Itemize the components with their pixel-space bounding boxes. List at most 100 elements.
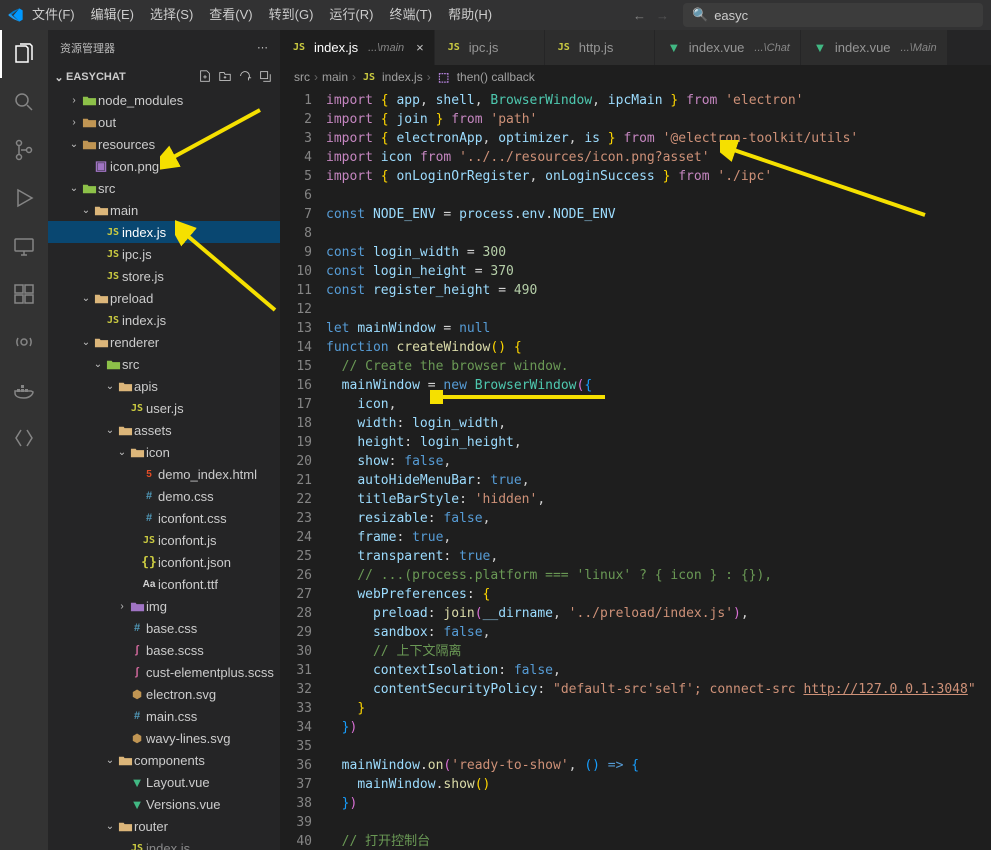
breadcrumb-separator-icon: ›: [352, 70, 356, 84]
editor-tab[interactable]: JShttp.js: [545, 30, 655, 65]
file-row[interactable]: JSiconfont.js: [48, 529, 280, 551]
folder-row[interactable]: ›img: [48, 595, 280, 617]
activity-run-debug[interactable]: [0, 174, 48, 222]
folder-row[interactable]: ›node_modules: [48, 89, 280, 111]
chevron-icon: ⌄: [104, 425, 116, 436]
project-header[interactable]: ⌄ EASYCHAT: [48, 65, 280, 89]
sidebar-more-icon[interactable]: ⋯: [257, 41, 268, 54]
folder-row[interactable]: ⌄router: [48, 815, 280, 837]
file-row[interactable]: ⬢wavy-lines.svg: [48, 727, 280, 749]
activity-live[interactable]: [0, 318, 48, 366]
activity-remote[interactable]: [0, 222, 48, 270]
breadcrumb-item[interactable]: index.js: [382, 70, 423, 84]
code-editor[interactable]: 1234567891011121314151617181920212223242…: [280, 89, 991, 850]
file-row[interactable]: #main.css: [48, 705, 280, 727]
activity-docker[interactable]: [0, 366, 48, 414]
activity-source-control[interactable]: [0, 126, 48, 174]
tree-label: electron.svg: [146, 687, 216, 702]
file-row[interactable]: JSindex.js: [48, 837, 280, 850]
folder-row[interactable]: ⌄resources: [48, 133, 280, 155]
file-row[interactable]: JSindex.js: [48, 221, 280, 243]
tree-label: src: [98, 181, 115, 196]
menu-item[interactable]: 查看(V): [201, 0, 260, 30]
file-row[interactable]: #iconfont.css: [48, 507, 280, 529]
tree-label: iconfont.css: [158, 511, 227, 526]
menu-item[interactable]: 终端(T): [381, 0, 440, 30]
file-row[interactable]: ʃcust-elementplus.scss: [48, 661, 280, 683]
breadcrumb-item[interactable]: then() callback: [457, 70, 535, 84]
chevron-icon: ›: [68, 117, 80, 128]
method-icon: ⬚: [435, 70, 453, 84]
new-folder-icon[interactable]: [218, 69, 232, 86]
breadcrumb-item[interactable]: main: [322, 70, 348, 84]
folder-row[interactable]: ⌄src: [48, 353, 280, 375]
tree-label: node_modules: [98, 93, 183, 108]
css-icon: #: [140, 490, 158, 502]
folder-open-icon: [92, 335, 110, 350]
folder-row[interactable]: ›out: [48, 111, 280, 133]
folder-row[interactable]: ⌄src: [48, 177, 280, 199]
menu-item[interactable]: 编辑(E): [83, 0, 142, 30]
tab-sublabel: ...\main: [368, 42, 404, 54]
activity-search[interactable]: [0, 78, 48, 126]
chevron-icon: ⌄: [92, 359, 104, 370]
file-row[interactable]: ʃbase.scss: [48, 639, 280, 661]
folder-row[interactable]: ⌄apis: [48, 375, 280, 397]
svg-icon: ⬢: [128, 688, 146, 701]
folder-row[interactable]: ⌄renderer: [48, 331, 280, 353]
file-row[interactable]: ▼Layout.vue: [48, 771, 280, 793]
js-icon: JS: [555, 42, 573, 53]
tree-label: iconfont.json: [158, 555, 231, 570]
vue-icon: ▼: [128, 797, 146, 812]
folder-row[interactable]: ⌄assets: [48, 419, 280, 441]
activity-explorer[interactable]: [0, 30, 48, 78]
activity-git-compare[interactable]: [0, 414, 48, 462]
new-file-icon[interactable]: [198, 69, 212, 86]
svg-icon: ⬢: [128, 732, 146, 745]
menu-item[interactable]: 文件(F): [24, 0, 83, 30]
file-row[interactable]: {}iconfont.json: [48, 551, 280, 573]
collapse-all-icon[interactable]: [258, 69, 272, 86]
file-row[interactable]: ⬢electron.svg: [48, 683, 280, 705]
code-content[interactable]: import { app, shell, BrowserWindow, ipcM…: [326, 89, 991, 850]
menu-item[interactable]: 选择(S): [142, 0, 201, 30]
file-row[interactable]: ▼Versions.vue: [48, 793, 280, 815]
editor-tab[interactable]: JSindex.js...\main×: [280, 30, 435, 65]
nav-forward-icon[interactable]: →: [656, 8, 669, 23]
file-tree: ›node_modules›out⌄resources▣icon.png⌄src…: [48, 89, 280, 850]
folder-row[interactable]: ⌄main: [48, 199, 280, 221]
command-center[interactable]: 🔍 easyc: [683, 3, 983, 27]
folder-row[interactable]: ⌄icon: [48, 441, 280, 463]
editor-tab[interactable]: ▼index.vue...\Main: [801, 30, 948, 65]
folder-open-icon: [92, 203, 110, 218]
folder-row[interactable]: ⌄components: [48, 749, 280, 771]
menubar: 文件(F)编辑(E)选择(S)查看(V)转到(G)运行(R)终端(T)帮助(H): [24, 0, 619, 30]
editor-tab[interactable]: ▼index.vue...\Chat: [655, 30, 801, 65]
file-row[interactable]: JSindex.js: [48, 309, 280, 331]
css-icon: #: [128, 622, 146, 634]
refresh-icon[interactable]: [238, 69, 252, 86]
folder-row[interactable]: ⌄preload: [48, 287, 280, 309]
nav-back-icon[interactable]: ←: [633, 8, 646, 23]
close-icon[interactable]: ×: [416, 40, 424, 55]
menu-item[interactable]: 帮助(H): [440, 0, 500, 30]
folder-open-icon: [116, 819, 134, 834]
tab-label: index.vue: [689, 40, 745, 55]
editor-tab[interactable]: JSipc.js: [435, 30, 545, 65]
chevron-icon: ⌄: [104, 755, 116, 766]
file-row[interactable]: Aaiconfont.ttf: [48, 573, 280, 595]
activity-extensions[interactable]: [0, 270, 48, 318]
file-row[interactable]: JSstore.js: [48, 265, 280, 287]
breadcrumb[interactable]: src›main›JSindex.js›⬚then() callback: [280, 65, 991, 89]
tree-label: store.js: [122, 269, 164, 284]
file-row[interactable]: JSuser.js: [48, 397, 280, 419]
folder-open-icon: [116, 423, 134, 438]
file-row[interactable]: ▣icon.png: [48, 155, 280, 177]
menu-item[interactable]: 运行(R): [321, 0, 381, 30]
file-row[interactable]: #demo.css: [48, 485, 280, 507]
file-row[interactable]: JSipc.js: [48, 243, 280, 265]
file-row[interactable]: #base.css: [48, 617, 280, 639]
menu-item[interactable]: 转到(G): [261, 0, 322, 30]
breadcrumb-item[interactable]: src: [294, 70, 310, 84]
file-row[interactable]: 5demo_index.html: [48, 463, 280, 485]
